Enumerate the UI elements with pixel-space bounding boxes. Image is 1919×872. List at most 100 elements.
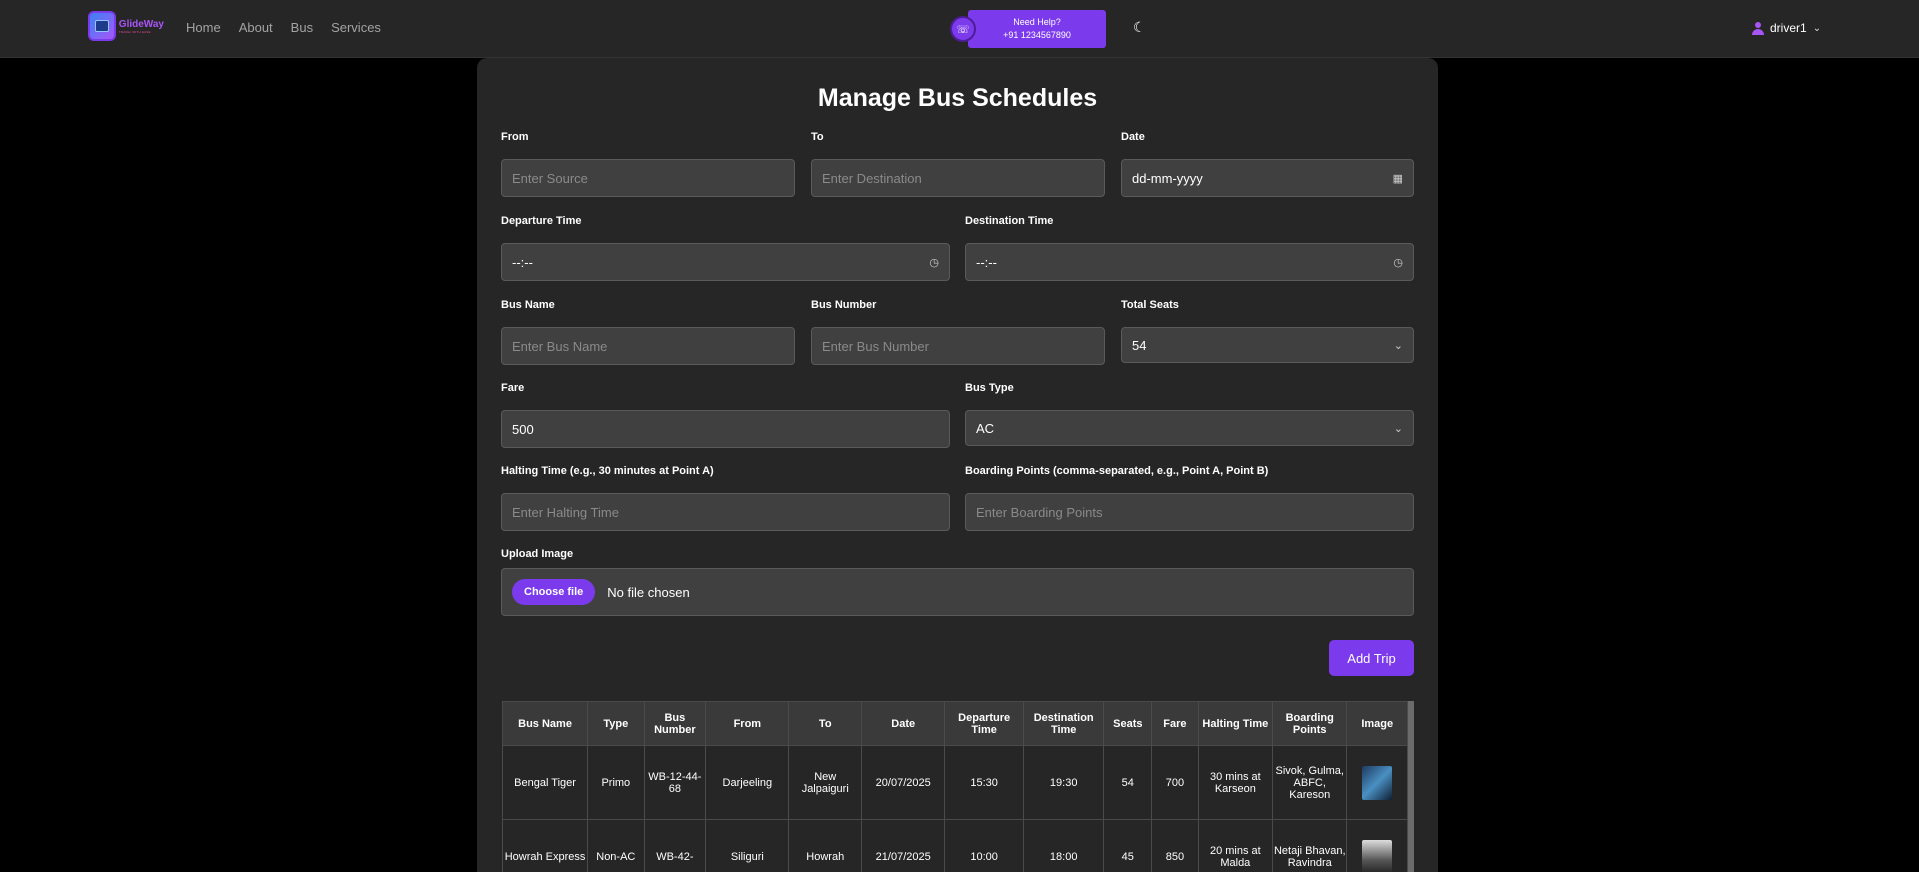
add-trip-button[interactable]: Add Trip [1329, 640, 1414, 676]
destination-time-input[interactable]: --:-- ◷ [965, 243, 1414, 281]
to-label: To [811, 131, 824, 143]
cell: Howrah Express [502, 819, 589, 872]
table-row: Bengal Tiger Primo WB-12-44-68 Darjeelin… [502, 745, 1408, 820]
upload-image-label: Upload Image [501, 548, 574, 560]
cell: 19:30 [1022, 745, 1105, 820]
halting-time-input[interactable]: Enter Halting Time [501, 493, 950, 531]
col-header: To [788, 701, 862, 746]
cell: WB-42- [643, 819, 707, 872]
username: driver1 [1770, 21, 1807, 35]
trips-table: Bus Name Type Bus Number From To Date De… [502, 701, 1408, 872]
cell: New Jalpaiguri [788, 745, 862, 820]
nav-link-home[interactable]: Home [186, 20, 221, 35]
help-box[interactable]: Need Help? +91 1234567890 [968, 10, 1106, 48]
user-icon [1752, 21, 1764, 35]
fare-input[interactable]: 500 [501, 410, 950, 448]
table-header-row: Bus Name Type Bus Number From To Date De… [502, 701, 1408, 746]
cell: 20 mins at Malda [1197, 819, 1274, 872]
chevron-down-icon: ⌄ [1812, 22, 1822, 34]
cell: 21/07/2025 [860, 819, 946, 872]
bus-type-select[interactable]: AC ⌄ [965, 410, 1414, 446]
to-input[interactable]: Enter Destination [811, 159, 1105, 197]
col-header: Fare [1151, 701, 1199, 746]
cell: 45 [1103, 819, 1153, 872]
date-label: Date [1121, 131, 1145, 143]
logo[interactable]: GlideWay TRAVEL WITH EASE [88, 10, 164, 42]
trips-table-container[interactable]: Bus Name Type Bus Number From To Date De… [502, 701, 1414, 872]
bus-number-label: Bus Number [811, 299, 877, 311]
from-input[interactable]: Enter Source [501, 159, 795, 197]
col-header: Type [587, 701, 645, 746]
col-header: Bus Name [502, 701, 589, 746]
col-header: Date [860, 701, 946, 746]
help-contact[interactable]: ☏ Need Help? +91 1234567890 [950, 10, 1106, 48]
cell: 850 [1151, 819, 1199, 872]
choose-file-button[interactable]: Choose file [512, 579, 596, 605]
clock-icon[interactable]: ◷ [1393, 256, 1403, 269]
cell: Siliguri [705, 819, 790, 872]
nav-link-services[interactable]: Services [331, 20, 381, 35]
boarding-points-label: Boarding Points (comma-separated, e.g., … [965, 465, 1269, 477]
nav-link-about[interactable]: About [239, 20, 273, 35]
page-title: Manage Bus Schedules [817, 84, 1098, 112]
col-header: Boarding Points [1271, 701, 1348, 746]
image-cell [1346, 745, 1408, 820]
cell: Primo [587, 745, 645, 820]
chevron-down-icon: ⌄ [1393, 339, 1403, 352]
clock-icon[interactable]: ◷ [929, 256, 939, 269]
col-header: Bus Number [643, 701, 707, 746]
cell: Non-AC [587, 819, 645, 872]
col-header: Halting Time [1197, 701, 1274, 746]
col-header: Departure Time [944, 701, 1024, 746]
cell: 15:30 [944, 745, 1024, 820]
boarding-points-input[interactable]: Enter Boarding Points [965, 493, 1414, 531]
bus-thumbnail[interactable] [1362, 765, 1393, 800]
cell: 10:00 [944, 819, 1024, 872]
cell: Bengal Tiger [502, 745, 589, 820]
col-header: From [705, 701, 790, 746]
user-menu[interactable]: driver1 ⌄ [1752, 21, 1821, 35]
departure-time-label: Departure Time [501, 215, 582, 227]
cell: Howrah [788, 819, 862, 872]
upload-image-field[interactable]: Choose file No file chosen [501, 568, 1414, 616]
navbar: GlideWay TRAVEL WITH EASE Home About Bus… [0, 0, 1919, 58]
date-input[interactable]: dd-mm-yyyy ▦ [1121, 159, 1414, 197]
cell: 20/07/2025 [860, 745, 946, 820]
bus-thumbnail[interactable] [1362, 839, 1393, 872]
col-header: Destination Time [1022, 701, 1105, 746]
from-label: From [501, 131, 529, 143]
table-row: Howrah Express Non-AC WB-42- Siliguri Ho… [502, 819, 1408, 872]
cell: 54 [1103, 745, 1153, 820]
nav-links: Home About Bus Services [186, 20, 381, 35]
total-seats-label: Total Seats [1121, 299, 1179, 311]
cell: Darjeeling [705, 745, 790, 820]
logo-tagline: TRAVEL WITH EASE [118, 29, 151, 34]
file-status: No file chosen [607, 584, 690, 600]
bus-number-input[interactable]: Enter Bus Number [811, 327, 1105, 365]
col-header: Image [1346, 701, 1408, 746]
cell: Netaji Bhavan, Ravindra [1271, 819, 1348, 872]
bus-name-input[interactable]: Enter Bus Name [501, 327, 795, 365]
destination-time-label: Destination Time [965, 215, 1054, 227]
phone-icon: ☏ [950, 16, 976, 42]
nav-link-bus[interactable]: Bus [291, 20, 313, 35]
halting-time-label: Halting Time (e.g., 30 minutes at Point … [501, 465, 714, 477]
bus-logo-icon [88, 11, 116, 41]
calendar-icon[interactable]: ▦ [1393, 172, 1403, 185]
col-header: Seats [1103, 701, 1153, 746]
help-title: Need Help? [1013, 17, 1061, 27]
chevron-down-icon: ⌄ [1393, 422, 1403, 435]
cell: 700 [1151, 745, 1199, 820]
logo-name: GlideWay [118, 18, 164, 30]
cell: WB-12-44-68 [643, 745, 707, 820]
bus-type-label: Bus Type [965, 382, 1014, 394]
departure-time-input[interactable]: --:-- ◷ [501, 243, 950, 281]
schedule-card: Manage Bus Schedules From Enter Source T… [477, 58, 1438, 872]
total-seats-select[interactable]: 54 ⌄ [1121, 327, 1414, 363]
help-phone: +91 1234567890 [1003, 30, 1071, 40]
image-cell [1346, 819, 1408, 872]
cell: Sivok, Gulma, ABFC, Kareson [1271, 745, 1348, 820]
moon-icon[interactable]: ☾ [1133, 20, 1148, 35]
cell: 18:00 [1022, 819, 1105, 872]
bus-name-label: Bus Name [501, 299, 555, 311]
